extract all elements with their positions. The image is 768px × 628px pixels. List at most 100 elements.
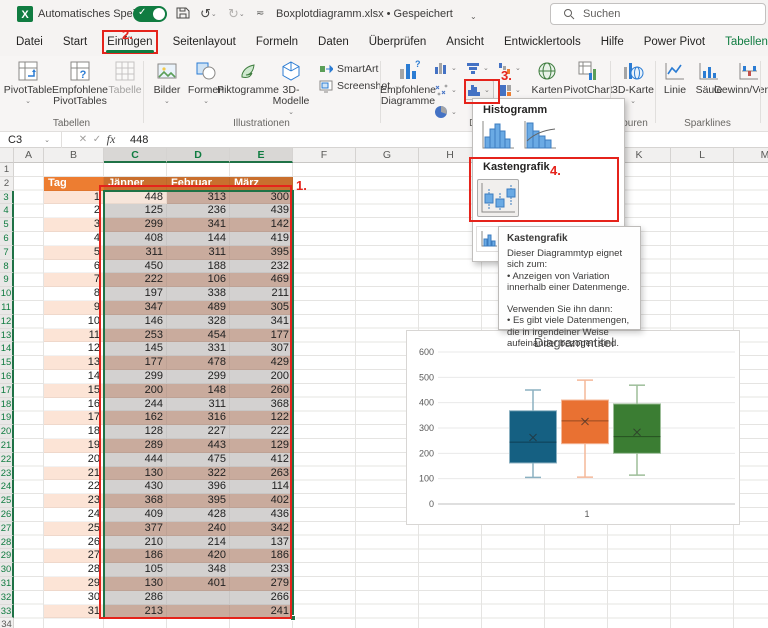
piktogramme-button[interactable]: Piktogramme	[217, 59, 279, 96]
pareto-chart-option[interactable]	[520, 117, 560, 153]
cell-E18[interactable]: 368	[230, 397, 293, 412]
tab-start[interactable]: Start	[60, 32, 90, 52]
cell-D12[interactable]: 328	[167, 314, 230, 329]
cell-C21[interactable]: 289	[104, 439, 167, 453]
bilder-button[interactable]: Bilder ⌄	[149, 59, 185, 108]
tab-ansicht[interactable]: Ansicht	[443, 32, 487, 52]
row-header-9[interactable]: 9	[0, 273, 14, 288]
tab-formeln[interactable]: Formeln	[253, 32, 301, 52]
tab-tabellenentwurf[interactable]: Tabellenentwurf	[722, 32, 768, 52]
cell-C23[interactable]: 130	[104, 466, 167, 481]
row-header-33[interactable]: 33	[0, 604, 14, 619]
cell-D10[interactable]: 338	[167, 287, 230, 301]
cell-E22[interactable]: 412	[230, 452, 293, 467]
cell-B14[interactable]: 12	[44, 342, 104, 357]
row-header-22[interactable]: 22	[0, 452, 14, 467]
linie-sparkline-button[interactable]: Linie	[659, 59, 691, 96]
cell-B19[interactable]: 17	[44, 411, 104, 426]
redo-icon[interactable]: ↻⌄	[228, 6, 245, 22]
tab-hilfe[interactable]: Hilfe	[598, 32, 627, 52]
column-chart-button[interactable]: ⌄	[432, 58, 462, 78]
cell-C9[interactable]: 222	[104, 273, 167, 288]
row-header-2[interactable]: 2	[0, 176, 14, 191]
cell-E26[interactable]: 436	[230, 508, 293, 522]
cell-D32[interactable]	[167, 590, 230, 605]
cell-C10[interactable]: 197	[104, 287, 167, 301]
cell-B16[interactable]: 14	[44, 370, 104, 384]
row-header-10[interactable]: 10	[0, 287, 14, 301]
document-title[interactable]: Boxplotdiagramm.xlsx • Gespeichert	[276, 8, 453, 20]
row-header-16[interactable]: 16	[0, 370, 14, 384]
cell-E28[interactable]: 137	[230, 535, 293, 550]
cell-E27[interactable]: 342	[230, 521, 293, 536]
cell-C3[interactable]: 448	[104, 190, 167, 205]
cell-E8[interactable]: 232	[230, 259, 293, 274]
insert-function-icon[interactable]: fx	[104, 132, 118, 147]
row-header-4[interactable]: 4	[0, 204, 14, 219]
cell-C29[interactable]: 186	[104, 549, 167, 564]
row-header-31[interactable]: 31	[0, 577, 14, 591]
cell-B23[interactable]: 21	[44, 466, 104, 481]
row-header-11[interactable]: 11	[0, 301, 14, 315]
cell-D3[interactable]: 313	[167, 190, 230, 205]
cell-B27[interactable]: 25	[44, 521, 104, 536]
row-header-27[interactable]: 27	[0, 521, 14, 536]
confirm-entry-icon[interactable]: ✓	[90, 134, 104, 145]
cell-D18[interactable]: 311	[167, 397, 230, 412]
funnel-chart-button[interactable]: ⌄	[464, 58, 494, 78]
fill-handle[interactable]	[290, 615, 296, 621]
search-box[interactable]: Suchen	[550, 3, 766, 25]
cell-C8[interactable]: 450	[104, 259, 167, 274]
select-all-corner[interactable]	[0, 148, 14, 163]
cell-E9[interactable]: 469	[230, 273, 293, 288]
quick-access-icon[interactable]: ≂	[256, 6, 264, 21]
tab-daten[interactable]: Daten	[315, 32, 352, 52]
gewinn-verlust-sparkline-button[interactable]: Gewinn/Verlust	[714, 59, 768, 96]
cell-D17[interactable]: 148	[167, 383, 230, 398]
cell-E16[interactable]: 200	[230, 370, 293, 384]
cell-D9[interactable]: 106	[167, 273, 230, 288]
cell-B9[interactable]: 7	[44, 273, 104, 288]
save-icon[interactable]	[176, 6, 190, 20]
cell-B20[interactable]: 18	[44, 425, 104, 439]
column-header-D[interactable]: D	[167, 148, 230, 163]
column-header-B[interactable]: B	[44, 148, 104, 163]
3d-modelle-button[interactable]: 3D-Modelle ⌄	[269, 59, 313, 119]
row-header-32[interactable]: 32	[0, 590, 14, 605]
cell-C30[interactable]: 105	[104, 563, 167, 577]
row-header-5[interactable]: 5	[0, 218, 14, 232]
cell-B33[interactable]: 31	[44, 604, 104, 619]
cell-E24[interactable]: 114	[230, 480, 293, 495]
cell-E3[interactable]: 300	[230, 190, 293, 205]
cell-D8[interactable]: 188	[167, 259, 230, 274]
row-header-25[interactable]: 25	[0, 494, 14, 508]
cell-B17[interactable]: 15	[44, 383, 104, 398]
cancel-entry-icon[interactable]: ✕	[76, 134, 90, 145]
row-header-21[interactable]: 21	[0, 439, 14, 453]
cell-D24[interactable]: 396	[167, 480, 230, 495]
tabelle-button[interactable]: Tabelle	[108, 59, 142, 96]
cell-C5[interactable]: 299	[104, 218, 167, 232]
cell-D6[interactable]: 144	[167, 232, 230, 246]
row-header-34[interactable]: 34	[0, 618, 14, 628]
cell-D29[interactable]: 420	[167, 549, 230, 564]
cell-E29[interactable]: 186	[230, 549, 293, 564]
cell-E13[interactable]: 177	[230, 328, 293, 343]
cell-E6[interactable]: 419	[230, 232, 293, 246]
cell-D23[interactable]: 322	[167, 466, 230, 481]
treemap-chart-button[interactable]: ⌄	[496, 80, 526, 100]
cell-E30[interactable]: 233	[230, 563, 293, 577]
undo-icon[interactable]: ↺⌄	[200, 6, 217, 22]
boxplot-chart[interactable]: 0 100 200 300 400 500 600 Diagrammtitel 1	[406, 330, 740, 525]
tab-entwicklertools[interactable]: Entwicklertools	[501, 32, 584, 52]
cell-B26[interactable]: 24	[44, 508, 104, 522]
row-header-18[interactable]: 18	[0, 397, 14, 412]
cell-D21[interactable]: 443	[167, 439, 230, 453]
cell-E20[interactable]: 222	[230, 425, 293, 439]
cell-C11[interactable]: 347	[104, 301, 167, 315]
cell-D15[interactable]: 478	[167, 356, 230, 370]
column-header-A[interactable]: A	[14, 148, 44, 163]
cell-D26[interactable]: 428	[167, 508, 230, 522]
cell-E4[interactable]: 439	[230, 204, 293, 219]
row-header-8[interactable]: 8	[0, 259, 14, 274]
